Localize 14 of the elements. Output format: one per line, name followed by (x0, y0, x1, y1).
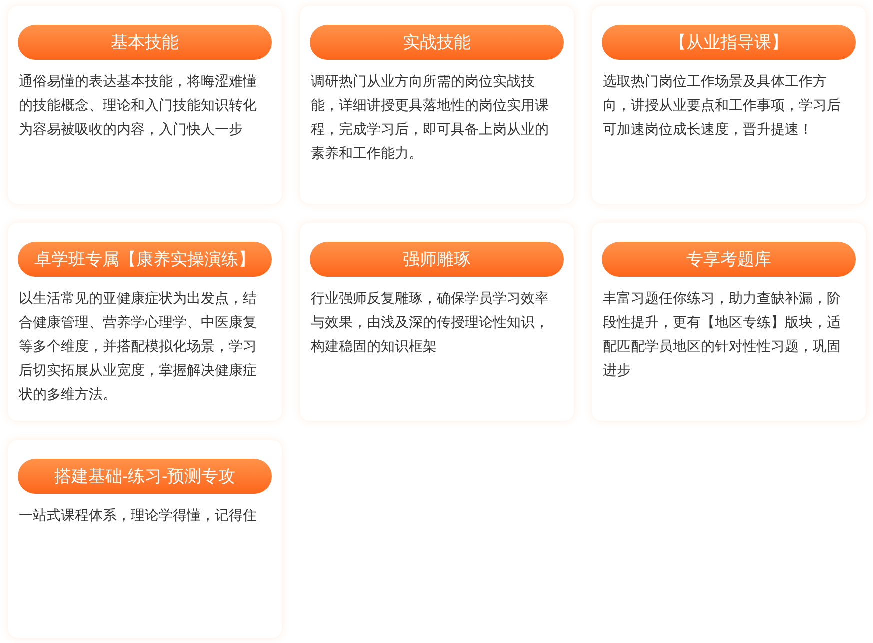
card-title: 基本技能 (18, 25, 272, 60)
card-title: 搭建基础-练习-预测专攻 (18, 459, 272, 494)
card-title: 强师雕琢 (310, 242, 564, 277)
card-title: 专享考题库 (602, 242, 856, 277)
card-description: 行业强师反复雕琢，确保学员学习效率与效果，由浅及深的传授理论性知识，构建稳固的知识框架 (310, 289, 550, 356)
card-title: 卓学班专属【康养实操演练】 (18, 242, 272, 277)
card-description: 通俗易懂的表达基本技能，将晦涩难懂的技能概念、理论和入门技能知识转化为容易被吸收的内容，入门快人一步 (18, 72, 258, 139)
card-description: 选取热门岗位工作场景及具体工作方向，讲授从业要点和工作事项，学习后可加速岗位成长速度，晋升提速！ (602, 72, 842, 139)
card-description: 丰富习题任你练习，助力查缺补漏，阶段性提升，更有【地区专练】版块，适配匹配学员地区的针对性性习题，巩固进步 (602, 289, 842, 380)
card-description: 一站式课程体系，理论学得懂，记得住 (18, 506, 258, 525)
card-description: 调研热门从业方向所需的岗位实战技能，详细讲授更具落地性的岗位实用课程，完成学习后，即可具备上岗从业的素养和工作能力。 (310, 72, 550, 163)
card-description: 以生活常见的亚健康症状为出发点，结合健康管理、营养学心理学、中医康复等多个维度，并搭配模拟化场景，学习后切实拓展从业宽度，掌握解决健康症状的多维方法。 (18, 289, 258, 404)
card-title: 实战技能 (310, 25, 564, 60)
card-title: 【从业指导课】 (602, 25, 856, 60)
